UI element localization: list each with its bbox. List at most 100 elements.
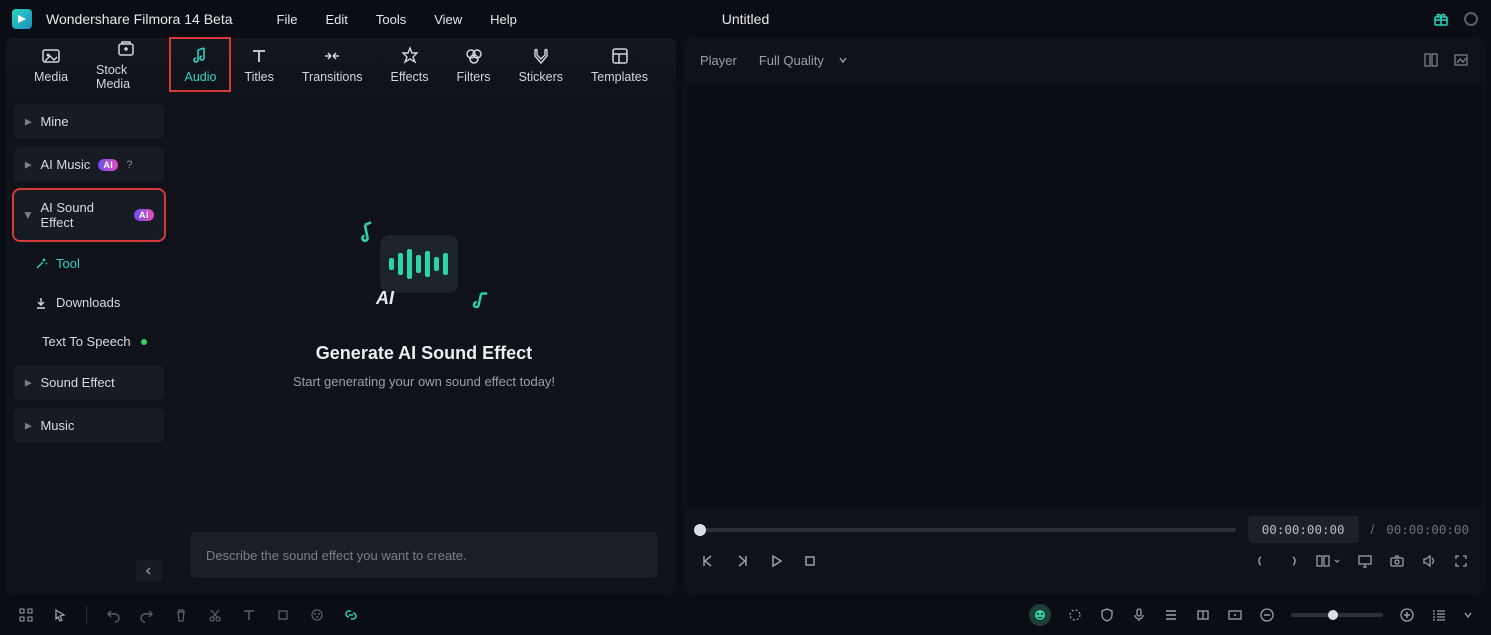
sidebar-item-ai-sound-effect[interactable]: ▶ AI Sound Effect AI [14, 190, 164, 240]
delete-icon[interactable] [173, 607, 189, 623]
player-viewport [686, 82, 1483, 508]
undo-icon[interactable] [105, 607, 121, 623]
status-dot-icon [141, 339, 147, 345]
fullscreen-icon[interactable] [1453, 553, 1469, 569]
layout-grid-icon[interactable] [1423, 52, 1439, 68]
zoom-thumb[interactable] [1328, 610, 1338, 620]
menu-view[interactable]: View [426, 8, 470, 31]
sidebar-item-mine[interactable]: ▶ Mine [14, 104, 164, 139]
stop-button[interactable] [802, 553, 818, 569]
music-note-icon [468, 287, 496, 315]
hero: AI Generate AI Sound Effect Start genera… [293, 219, 555, 389]
sidebar-item-text-to-speech[interactable]: Text To Speech [14, 326, 164, 357]
gift-icon[interactable] [1433, 11, 1449, 27]
time-current: 00:00:00:00 [1248, 516, 1359, 543]
menu-edit[interactable]: Edit [317, 8, 355, 31]
cut-icon[interactable] [207, 607, 223, 623]
ai-badge: AI [134, 209, 154, 221]
image-quality-icon[interactable] [1453, 52, 1469, 68]
apps-icon[interactable] [18, 607, 34, 623]
chevron-down-icon [838, 55, 848, 65]
record-status-icon[interactable] [1463, 11, 1479, 27]
crop-icon[interactable] [275, 607, 291, 623]
tab-audio[interactable]: Audio [170, 38, 230, 91]
audio-sidebar: ▶ Mine ▶ AI Music AI ? ▶ AI Sound Effect… [6, 92, 172, 594]
chevron-right-icon: ▶ [25, 377, 32, 387]
tab-effects[interactable]: Effects [377, 38, 443, 91]
text-icon[interactable] [241, 607, 257, 623]
app-logo-icon [12, 9, 32, 29]
aspect-icon[interactable] [1227, 607, 1243, 623]
shield-icon[interactable] [1099, 607, 1115, 623]
mic-icon[interactable] [1131, 607, 1147, 623]
tab-stock-media[interactable]: Stock Media [82, 38, 170, 91]
chevron-down-icon: ▶ [23, 212, 33, 219]
display-mode-icon[interactable] [1315, 553, 1341, 569]
seek-thumb[interactable] [694, 524, 706, 536]
next-frame-button[interactable] [734, 553, 750, 569]
link-icon[interactable] [343, 607, 359, 623]
ai-badge: AI [98, 159, 118, 171]
download-icon [34, 296, 48, 310]
prev-frame-button[interactable] [700, 553, 716, 569]
time-sep: / [1371, 522, 1375, 537]
app-title: Wondershare Filmora 14 Beta [46, 11, 233, 27]
tab-stickers[interactable]: Stickers [505, 38, 577, 91]
tracks-icon[interactable] [1163, 607, 1179, 623]
mark-in-icon[interactable] [1255, 554, 1269, 568]
collapse-sidebar-button[interactable] [136, 560, 162, 582]
sidebar-item-tool[interactable]: Tool [14, 248, 164, 279]
player-label: Player [700, 53, 737, 68]
snapshot-icon[interactable] [1389, 553, 1405, 569]
menu-help[interactable]: Help [482, 8, 525, 31]
zoom-slider[interactable] [1291, 613, 1383, 617]
prompt-input-container [190, 532, 658, 578]
menubar: Wondershare Filmora 14 Beta File Edit To… [0, 0, 1491, 38]
prompt-input[interactable] [206, 548, 642, 563]
content-area: AI Generate AI Sound Effect Start genera… [172, 92, 676, 594]
settings-dial-icon[interactable] [1067, 607, 1083, 623]
chevron-right-icon: ▶ [25, 159, 32, 169]
document-title: Untitled [722, 11, 769, 27]
timeline-view-icon[interactable] [1431, 607, 1447, 623]
menu-tools[interactable]: Tools [368, 8, 414, 31]
zoom-out-button[interactable] [1259, 607, 1275, 623]
player-pane: Player Full Quality 00:00:00:00 [684, 38, 1485, 594]
pointer-icon[interactable] [52, 607, 68, 623]
chevron-down-icon[interactable] [1463, 610, 1473, 620]
library-pane: Media Stock Media Audio Titles Transitio… [6, 38, 676, 594]
tab-transitions[interactable]: Transitions [288, 38, 377, 91]
wand-icon [34, 257, 48, 271]
menu-file[interactable]: File [269, 8, 306, 31]
sidebar-item-downloads[interactable]: Downloads [14, 287, 164, 318]
redo-icon[interactable] [139, 607, 155, 623]
sidebar-item-music[interactable]: ▶ Music [14, 408, 164, 443]
mark-out-icon[interactable] [1285, 554, 1299, 568]
marker-icon[interactable] [1195, 607, 1211, 623]
tab-media[interactable]: Media [20, 38, 82, 91]
help-icon[interactable]: ? [126, 159, 132, 171]
bottom-toolbar [0, 595, 1491, 635]
color-icon[interactable] [309, 607, 325, 623]
seek-slider[interactable] [700, 528, 1236, 532]
chevron-right-icon: ▶ [25, 116, 32, 126]
time-total: 00:00:00:00 [1386, 522, 1469, 537]
separator [86, 606, 87, 624]
hero-title: Generate AI Sound Effect [316, 343, 532, 364]
volume-icon[interactable] [1421, 553, 1437, 569]
tab-filters[interactable]: Filters [443, 38, 505, 91]
sidebar-item-ai-music[interactable]: ▶ AI Music AI ? [14, 147, 164, 182]
category-tabs: Media Stock Media Audio Titles Transitio… [6, 38, 676, 92]
chevron-right-icon: ▶ [25, 420, 32, 430]
sidebar-item-sound-effect[interactable]: ▶ Sound Effect [14, 365, 164, 400]
hero-subtitle: Start generating your own sound effect t… [293, 374, 555, 389]
tab-titles[interactable]: Titles [230, 38, 287, 91]
player-controls: 00:00:00:00 / 00:00:00:00 [684, 508, 1485, 594]
zoom-in-button[interactable] [1399, 607, 1415, 623]
play-button[interactable] [768, 553, 784, 569]
hero-illustration: AI [354, 219, 494, 315]
monitor-icon[interactable] [1357, 553, 1373, 569]
ai-assistant-icon[interactable] [1029, 604, 1051, 626]
tab-templates[interactable]: Templates [577, 38, 662, 91]
quality-select[interactable]: Full Quality [759, 53, 848, 68]
